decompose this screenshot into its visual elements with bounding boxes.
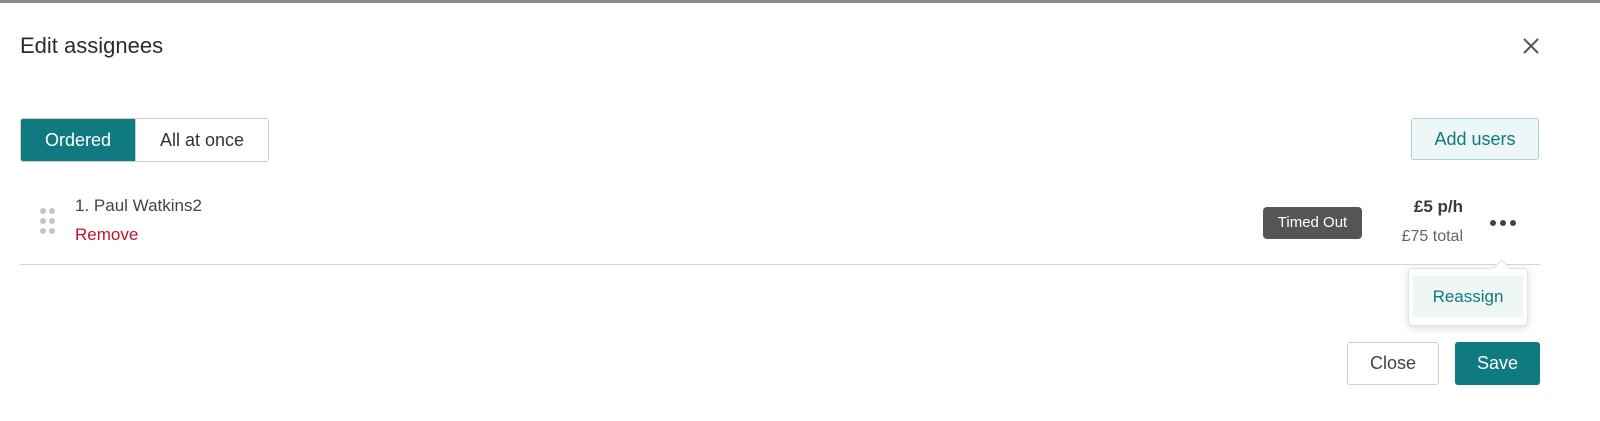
assignment-mode-toggle: Ordered All at once <box>20 118 269 162</box>
close-button[interactable]: Close <box>1347 342 1439 385</box>
status-badge: Timed Out <box>1263 207 1362 239</box>
total-cost: £75 total <box>1401 228 1463 245</box>
dialog-title: Edit assignees <box>20 33 164 58</box>
mode-ordered[interactable]: Ordered <box>21 119 135 161</box>
mode-all-at-once[interactable]: All at once <box>135 119 268 161</box>
add-users-button[interactable]: Add users <box>1411 118 1539 160</box>
remove-assignee-link[interactable]: Remove <box>75 225 138 245</box>
drag-handle-icon[interactable] <box>40 208 56 234</box>
assignee-name: 1. Paul Watkins2 <box>75 196 202 215</box>
assignee-row: 1. Paul Watkins2 Remove Timed Out £5 p/h… <box>20 184 1540 265</box>
close-icon[interactable] <box>1518 33 1544 59</box>
save-button[interactable]: Save <box>1455 342 1540 385</box>
row-actions-popover: Reassign <box>1408 259 1528 326</box>
hourly-rate: £5 p/h <box>1413 197 1463 216</box>
reassign-menu-item[interactable]: Reassign <box>1413 276 1523 318</box>
more-horizontal-icon[interactable] <box>1488 210 1518 236</box>
